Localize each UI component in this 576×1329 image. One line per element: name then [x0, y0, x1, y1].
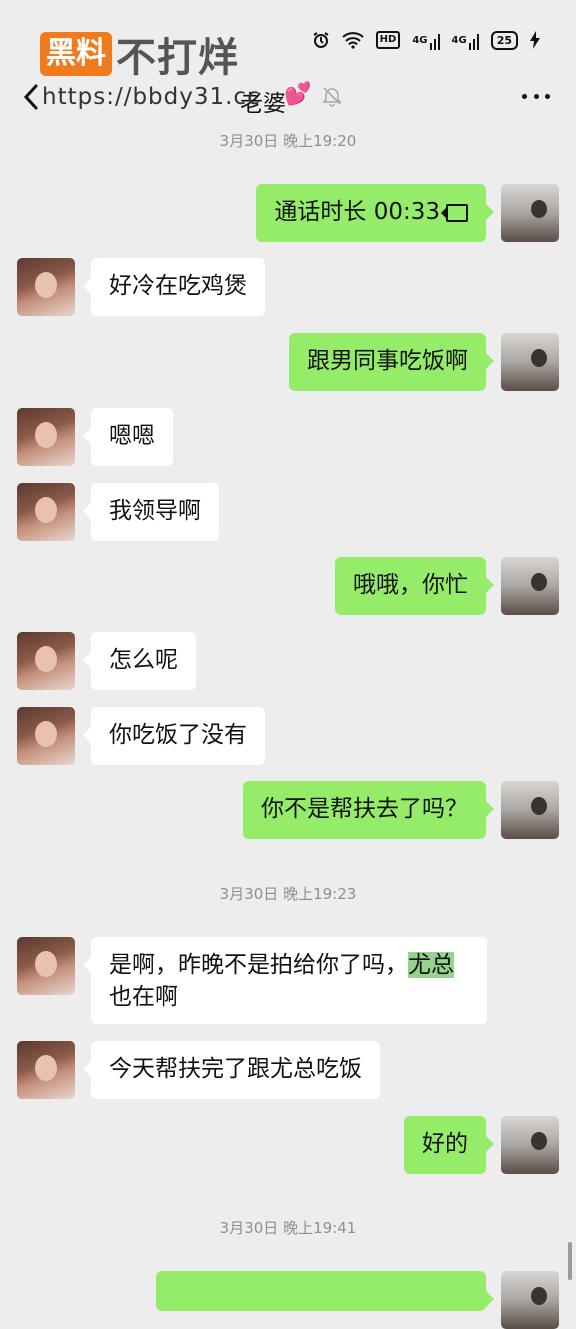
message-text: 跟男同事吃饭啊	[307, 348, 468, 374]
message-bubble-received[interactable]: 今天帮扶完了跟尤总吃饭	[83, 1041, 380, 1099]
timestamp: 3月30日 晚上19:41	[219, 1219, 357, 1237]
watermark-logo: 黑料 不打烊	[40, 30, 239, 81]
wifi-icon	[342, 30, 364, 50]
signal-label: 4G	[451, 34, 467, 46]
contact-avatar[interactable]	[17, 483, 75, 541]
message-text: 你不是帮扶去了吗？	[261, 796, 468, 822]
message-bubble-received[interactable]: 嗯嗯	[83, 408, 173, 466]
my-avatar[interactable]	[501, 1116, 559, 1174]
message-text: 是啊，昨晚不是拍给你了吗，	[109, 952, 408, 978]
alarm-icon	[312, 30, 330, 50]
signal-label: 4G	[412, 34, 428, 46]
mute-bell-icon	[322, 87, 342, 107]
message-bubble-received[interactable]: 你吃饭了没有	[83, 707, 265, 765]
message-text: 好的	[422, 1131, 468, 1157]
message-text: 通话时长 00:33	[274, 199, 440, 225]
watermark-text: 不打烊	[116, 35, 239, 81]
message-text: 怎么呢	[109, 647, 178, 673]
contact-avatar[interactable]	[17, 1041, 75, 1099]
chat-header: https://bbdy31.cc 老婆 💕	[0, 72, 576, 126]
my-avatar[interactable]	[501, 184, 559, 242]
heart-icon: 💕	[284, 82, 312, 107]
my-avatar[interactable]	[501, 781, 559, 839]
bolt-icon	[530, 30, 540, 50]
contact-avatar[interactable]	[17, 707, 75, 765]
contact-avatar[interactable]	[17, 632, 75, 690]
contact-avatar[interactable]	[17, 258, 75, 316]
call-record-bubble[interactable]: 通话时长 00:33	[256, 184, 494, 242]
selected-text-highlight[interactable]: 尤总	[408, 952, 454, 978]
message-bubble-received[interactable]: 好冷在吃鸡煲	[83, 258, 265, 316]
contact-avatar[interactable]	[17, 408, 75, 466]
status-icons: HD 4G 4G 25	[312, 29, 540, 51]
more-options-icon[interactable]	[522, 94, 550, 102]
message-text: 嗯嗯	[109, 423, 155, 449]
message-text: 哦哦，你忙	[353, 572, 468, 598]
watermark-badge: 黑料	[40, 32, 112, 76]
message-text: 我领导啊	[109, 498, 201, 524]
battery-indicator: 25	[490, 30, 518, 50]
timestamp: 3月30日 晚上19:20	[219, 132, 357, 150]
message-text: 也在啊	[109, 984, 178, 1010]
my-avatar[interactable]	[501, 557, 559, 615]
message-bubble-sent[interactable]: 好的	[404, 1116, 494, 1174]
message-bubble-sent[interactable]: 跟男同事吃饭啊	[289, 333, 494, 391]
watermark-url: https://bbdy31.cc	[42, 84, 261, 110]
scrollbar[interactable]	[568, 1242, 572, 1280]
message-bubble-received[interactable]: 怎么呢	[83, 632, 196, 690]
timestamp: 3月30日 晚上19:23	[219, 885, 357, 903]
message-text: 你吃饭了没有	[109, 722, 247, 748]
message-bubble-received[interactable]: 是啊，昨晚不是拍给你了吗，尤总也在啊	[83, 937, 487, 1024]
message-bubble-received[interactable]: 我领导啊	[83, 483, 219, 541]
signal-icon-sim2: 4G	[452, 30, 479, 50]
message-bubble-sent[interactable]: 哦哦，你忙	[335, 557, 494, 615]
my-avatar[interactable]	[501, 333, 559, 391]
signal-icon-sim1: 4G	[412, 30, 440, 50]
video-call-icon	[441, 203, 468, 222]
message-bubble-sent-partial[interactable]	[156, 1271, 494, 1311]
message-text: 好冷在吃鸡煲	[109, 273, 247, 299]
message-bubble-sent[interactable]: 你不是帮扶去了吗？	[243, 781, 494, 839]
contact-avatar[interactable]	[17, 937, 75, 995]
hd-badge: HD	[375, 31, 401, 49]
message-text: 今天帮扶完了跟尤总吃饭	[109, 1056, 362, 1082]
